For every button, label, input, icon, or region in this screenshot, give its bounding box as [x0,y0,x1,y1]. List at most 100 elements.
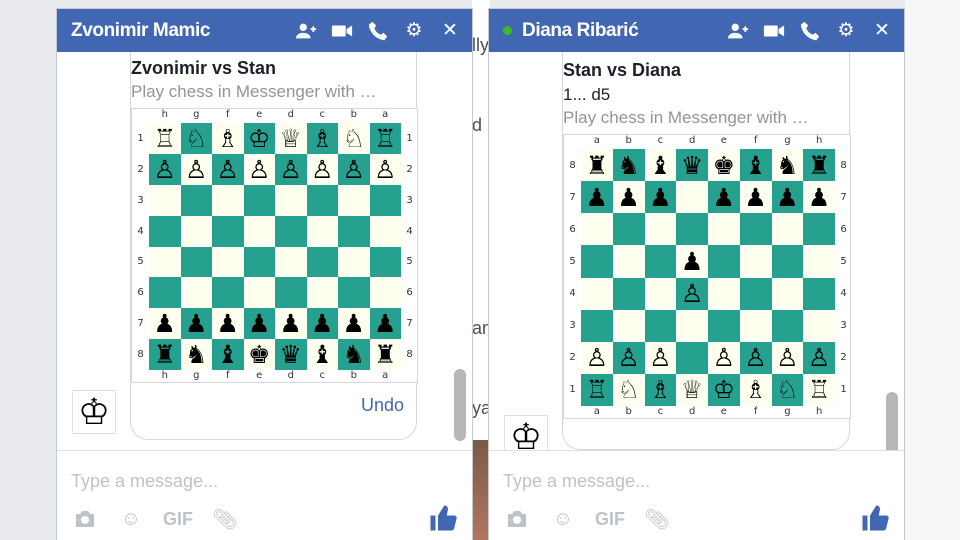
chess-piece[interactable]: ♞︎ [776,153,798,178]
chess-piece[interactable]: ♖︎ [808,377,830,402]
board-square[interactable] [180,277,212,309]
board-square[interactable]: ♙︎ [803,341,835,374]
avatar[interactable]: ♔ [72,390,116,434]
board-square[interactable] [306,246,338,278]
board-square[interactable] [149,246,181,278]
board-square[interactable] [369,184,401,216]
board-square[interactable] [212,246,244,278]
chess-piece[interactable]: ♖︎ [154,126,176,151]
board-square[interactable]: ♕︎ [275,123,307,154]
gear-icon[interactable]: ⚙ [834,19,858,43]
thumbs-up-icon[interactable] [428,503,458,533]
board-square[interactable]: ♖︎ [803,373,835,406]
board-square[interactable] [771,213,804,246]
board-square[interactable]: ♙︎ [212,153,244,185]
chess-piece[interactable]: ♟︎ [280,311,302,336]
board-square[interactable] [676,341,708,374]
chess-piece[interactable]: ♙︎ [154,157,176,182]
board-square[interactable] [243,277,275,309]
board-square[interactable] [306,215,338,247]
board-square[interactable] [676,181,708,214]
chess-piece[interactable]: ♛︎ [681,153,703,178]
board-square[interactable]: ♟︎ [803,181,835,214]
chess-piece[interactable]: ♜︎ [586,153,608,178]
board-square[interactable]: ♙︎ [180,153,212,185]
chess-piece[interactable]: ♜︎ [154,342,176,367]
chat-header[interactable]: Diana Ribarić ⚙ ✕ [489,9,904,52]
board-square[interactable] [739,213,772,246]
board-square[interactable]: ♙︎ [306,153,338,185]
chess-piece[interactable]: ♟︎ [311,311,333,336]
board-square[interactable] [708,213,740,246]
board-square[interactable]: ♙︎ [275,153,307,185]
board-square[interactable] [338,184,370,216]
board-square[interactable]: ♘︎ [612,373,645,406]
board-square[interactable]: ♜︎ [581,149,613,182]
chess-piece[interactable]: ♖︎ [374,126,396,151]
board-square[interactable] [369,215,401,247]
message-input[interactable]: Type a message... [503,471,650,492]
board-square[interactable]: ♙︎ [676,277,708,310]
chess-piece[interactable]: ♚︎ [248,342,270,367]
board-square[interactable] [369,246,401,278]
chess-piece[interactable]: ♟︎ [808,185,830,210]
camera-icon[interactable] [71,505,99,533]
chess-piece[interactable]: ♟︎ [248,311,270,336]
board-square[interactable]: ♞︎ [338,339,370,370]
emoji-icon[interactable]: ☺ [549,505,577,533]
board-square[interactable]: ♟︎ [739,181,772,214]
board-square[interactable] [243,246,275,278]
chess-piece[interactable]: ♙︎ [649,345,671,370]
board-square[interactable]: ♖︎ [369,123,401,154]
board-square[interactable]: ♙︎ [644,341,677,374]
board-square[interactable] [708,245,740,278]
chess-piece[interactable]: ♟︎ [744,185,766,210]
chess-piece[interactable]: ♟︎ [649,185,671,210]
board-square[interactable]: ♞︎ [612,149,645,182]
board-square[interactable] [581,213,613,246]
board-square[interactable] [149,184,181,216]
board-square[interactable]: ♖︎ [149,123,181,154]
board-square[interactable]: ♔︎ [708,373,740,406]
board-square[interactable]: ♟︎ [612,181,645,214]
paperclip-icon[interactable]: 📎︎ [211,505,239,533]
board-square[interactable]: ♝︎ [306,339,338,370]
board-square[interactable] [739,309,772,342]
chess-piece[interactable]: ♙︎ [374,157,396,182]
chess-piece[interactable]: ♗︎ [311,126,333,151]
board-square[interactable]: ♟︎ [369,308,401,340]
board-square[interactable]: ♟︎ [676,245,708,278]
board-square[interactable] [180,246,212,278]
board-square[interactable] [243,215,275,247]
board-square[interactable] [612,309,645,342]
board-square[interactable] [612,277,645,310]
board-square[interactable] [180,184,212,216]
chess-piece[interactable]: ♟︎ [776,185,798,210]
board-square[interactable] [581,245,613,278]
chat-title[interactable]: Zvonimir Mamic [71,20,294,42]
board-square[interactable]: ♗︎ [739,373,772,406]
chess-piece[interactable]: ♕︎ [681,377,703,402]
chess-board[interactable]: h g f e d c b a h g f e d c b a 1 2 3 4 5 6 7 8 1 2 3 4 5 6 7 8 ♖︎ ♘︎… [131,108,418,383]
board-square[interactable] [581,277,613,310]
board-square[interactable] [212,215,244,247]
chess-piece[interactable]: ♘︎ [617,377,639,402]
chess-piece[interactable]: ♝︎ [217,342,239,367]
board-square[interactable] [771,309,804,342]
board-square[interactable]: ♟︎ [581,181,613,214]
board-square[interactable]: ♙︎ [771,341,804,374]
chess-piece[interactable]: ♙︎ [280,157,302,182]
board-square[interactable]: ♙︎ [739,341,772,374]
board-square[interactable]: ♚︎ [243,339,275,370]
board-square[interactable] [275,184,307,216]
chat-header[interactable]: Zvonimir Mamic ⚙ ✕ [57,9,472,52]
board-square[interactable]: ♜︎ [803,149,835,182]
chess-piece[interactable]: ♟︎ [681,249,703,274]
board-square[interactable]: ♙︎ [612,341,645,374]
board-square[interactable] [275,215,307,247]
board-square[interactable]: ♜︎ [149,339,181,370]
board-square[interactable]: ♘︎ [338,123,370,154]
chess-piece[interactable]: ♝︎ [744,153,766,178]
board-square[interactable] [644,245,677,278]
board-square[interactable]: ♙︎ [149,153,181,185]
